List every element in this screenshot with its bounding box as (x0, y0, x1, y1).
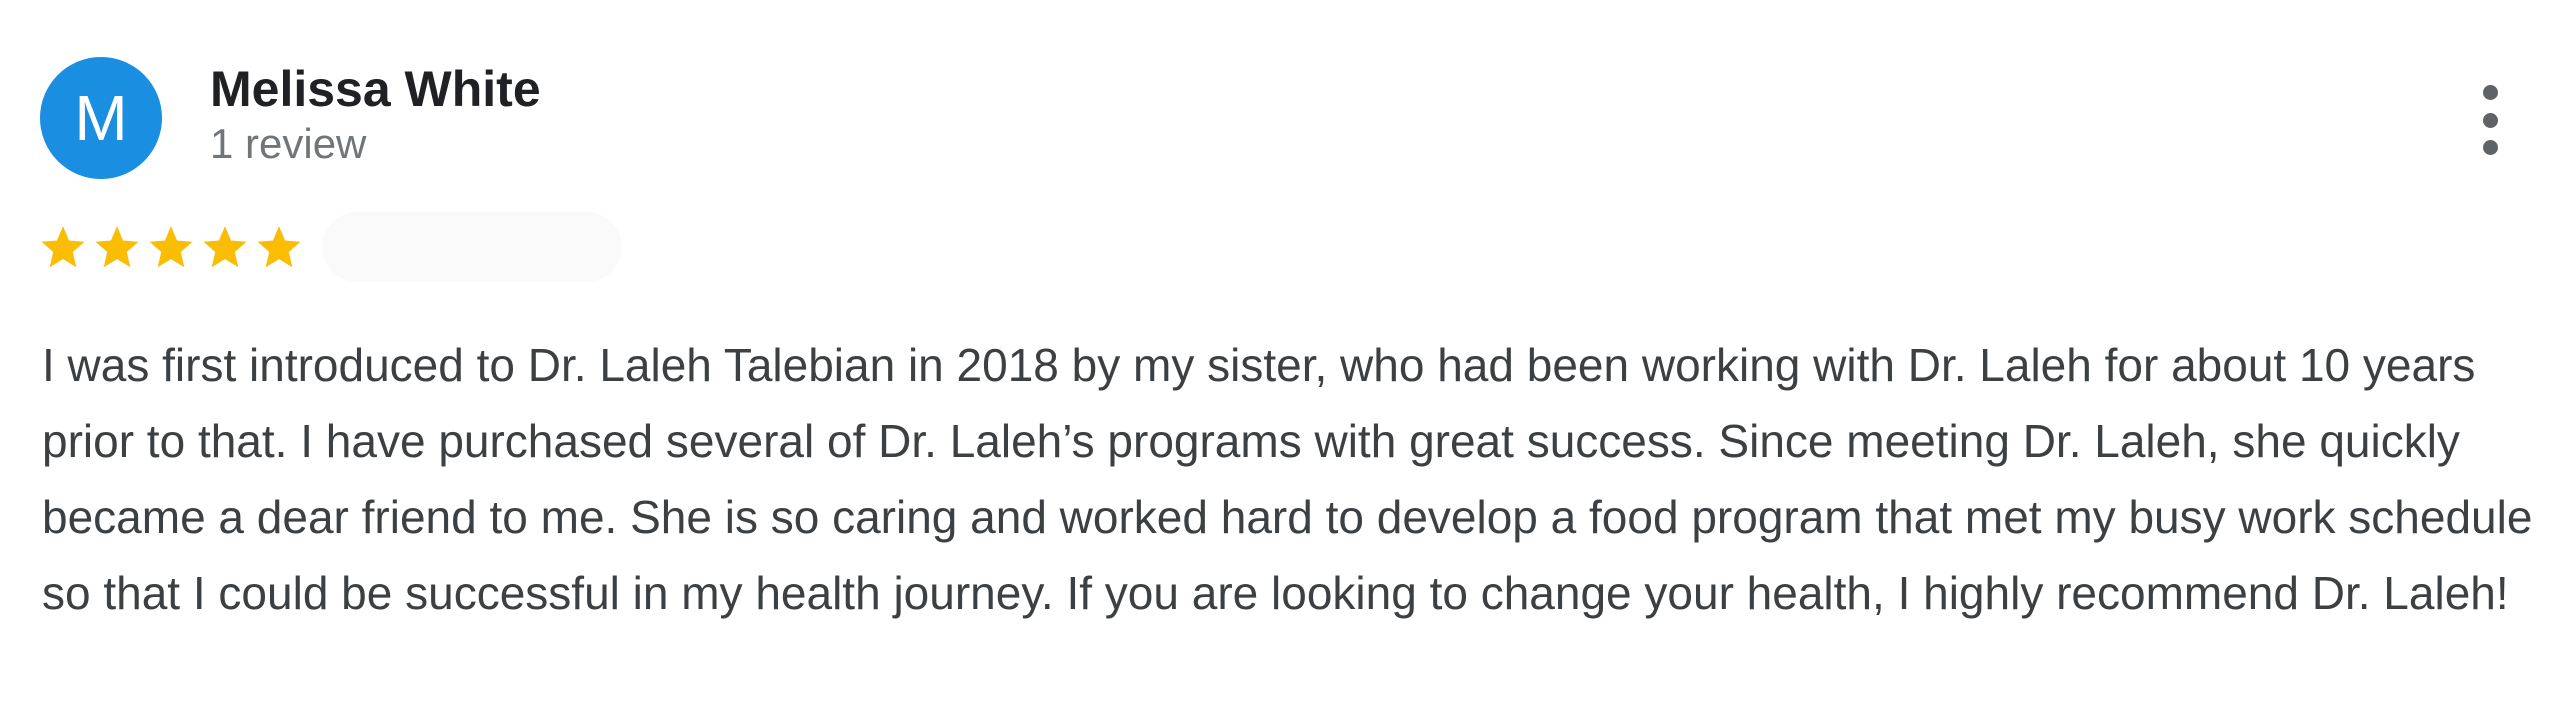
avatar[interactable]: M (40, 57, 162, 179)
review-card: M Melissa White 1 review I was first int… (0, 0, 2560, 725)
reviewer-review-count: 1 review (210, 120, 367, 167)
avatar-initial: M (74, 82, 128, 154)
star-rating (38, 222, 304, 272)
star-icon (95, 226, 139, 268)
star-icon (149, 226, 193, 268)
review-date-placeholder (322, 212, 622, 282)
reviewer-name[interactable]: Melissa White (210, 60, 541, 118)
more-vert-icon[interactable] (2470, 85, 2510, 155)
star-icon (41, 226, 85, 268)
star-icon (203, 226, 247, 268)
review-text: I was first introduced to Dr. Laleh Tale… (42, 339, 2533, 619)
star-icon (257, 226, 301, 268)
